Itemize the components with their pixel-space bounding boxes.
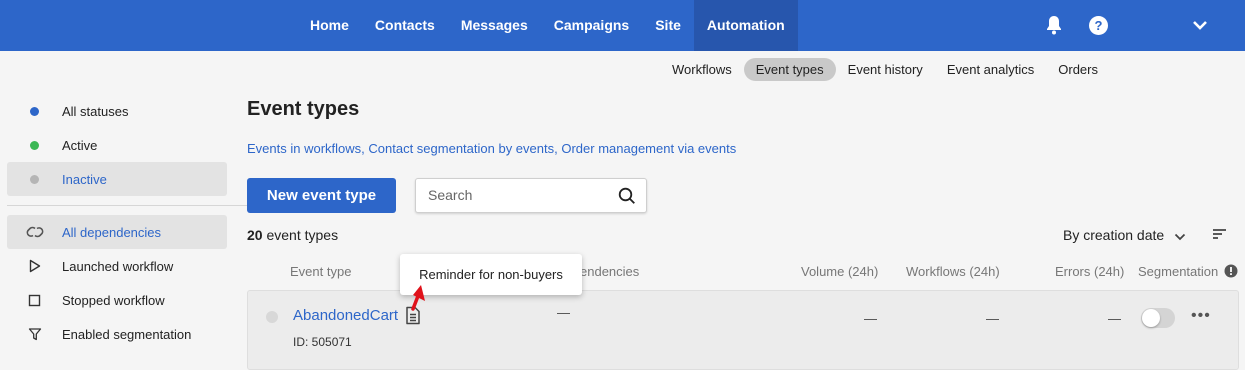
help-links: Events in workflows, Contact segmentatio… bbox=[247, 141, 736, 156]
filter-inactive[interactable]: Inactive bbox=[7, 162, 227, 196]
col-header-volume[interactable]: Volume (24h) bbox=[801, 264, 878, 279]
col-header-dependencies[interactable]: endencies bbox=[580, 264, 639, 279]
search-input[interactable] bbox=[428, 187, 608, 203]
col-header-errors[interactable]: Errors (24h) bbox=[1055, 264, 1124, 279]
toggle-knob bbox=[1142, 309, 1160, 327]
nav-home[interactable]: Home bbox=[297, 0, 362, 51]
sort-label: By creation date bbox=[1063, 227, 1165, 243]
info-icon[interactable] bbox=[1224, 264, 1238, 283]
stop-outline-icon bbox=[7, 294, 62, 307]
filter-label: Launched workflow bbox=[62, 258, 174, 274]
sidebar-divider bbox=[7, 205, 251, 206]
filter-stopped-workflow[interactable]: Stopped workflow bbox=[7, 283, 227, 317]
sort-dropdown[interactable]: By creation date bbox=[1063, 226, 1186, 244]
page-title: Event types bbox=[247, 98, 360, 120]
link-order-management[interactable]: Order management via events bbox=[561, 141, 736, 156]
segmentation-toggle[interactable] bbox=[1141, 308, 1175, 328]
tab-event-types[interactable]: Event types bbox=[743, 58, 836, 81]
count-number: 20 bbox=[247, 227, 263, 243]
filter-icon bbox=[7, 327, 62, 341]
link-contact-segmentation[interactable]: Contact segmentation by events bbox=[368, 141, 554, 156]
event-type-id: ID: 505071 bbox=[293, 335, 352, 349]
errors-value: — bbox=[1108, 311, 1121, 326]
table-row[interactable]: AbandonedCart ID: 505071 — — — — ••• bbox=[247, 290, 1239, 370]
filter-label: Stopped workflow bbox=[62, 292, 165, 308]
bell-icon[interactable] bbox=[1044, 14, 1066, 36]
filter-label: Active bbox=[62, 137, 98, 153]
filter-label: Enabled segmentation bbox=[62, 326, 192, 342]
col-header-event-type[interactable]: Event type bbox=[290, 264, 351, 279]
filter-enabled-segmentation[interactable]: Enabled segmentation bbox=[7, 317, 227, 351]
tab-workflows[interactable]: Workflows bbox=[660, 58, 744, 81]
nav-messages[interactable]: Messages bbox=[448, 0, 541, 51]
tooltip-text: Reminder for non-buyers bbox=[419, 267, 563, 282]
chevron-down-icon[interactable] bbox=[1192, 18, 1214, 40]
filter-all-statuses[interactable]: All statuses bbox=[7, 94, 227, 128]
main-nav: Home Contacts Messages Campaigns Site Au… bbox=[297, 0, 798, 51]
tab-orders[interactable]: Orders bbox=[1046, 58, 1110, 81]
col-header-segmentation[interactable]: Segmentation bbox=[1138, 264, 1218, 279]
filter-launched-workflow[interactable]: Launched workflow bbox=[7, 249, 227, 283]
status-dot-icon bbox=[7, 140, 62, 150]
workflows-value: — bbox=[986, 311, 999, 326]
automation-subnav: Workflows Event types Event history Even… bbox=[660, 58, 1110, 81]
red-arrow-icon bbox=[405, 283, 429, 316]
filter-sidebar: All statuses Active Inactive All depende… bbox=[7, 94, 251, 351]
play-outline-icon bbox=[7, 259, 62, 273]
nav-site[interactable]: Site bbox=[642, 0, 694, 51]
tab-event-history[interactable]: Event history bbox=[836, 58, 935, 81]
count-label: event types bbox=[262, 227, 339, 243]
link-events-in-workflows[interactable]: Events in workflows bbox=[247, 141, 361, 156]
chevron-down-icon bbox=[1174, 228, 1186, 244]
status-dot-icon bbox=[7, 174, 62, 184]
nav-automation[interactable]: Automation bbox=[693, 0, 798, 51]
event-type-count: 20 event types bbox=[247, 227, 338, 243]
search-icon[interactable] bbox=[618, 187, 636, 210]
event-type-name-link[interactable]: AbandonedCart bbox=[293, 307, 398, 324]
search-box bbox=[415, 178, 647, 213]
nav-contacts[interactable]: Contacts bbox=[362, 0, 448, 51]
more-options-icon[interactable]: ••• bbox=[1191, 307, 1211, 325]
status-dot-icon bbox=[7, 106, 62, 116]
filter-active[interactable]: Active bbox=[7, 128, 227, 162]
top-navigation-bar: Home Contacts Messages Campaigns Site Au… bbox=[0, 0, 1245, 51]
sort-order-icon[interactable] bbox=[1212, 227, 1228, 246]
nav-campaigns[interactable]: Campaigns bbox=[541, 0, 642, 51]
filter-label: Inactive bbox=[62, 171, 107, 187]
filter-all-dependencies[interactable]: All dependencies bbox=[7, 215, 227, 249]
filter-label: All statuses bbox=[62, 103, 129, 119]
col-header-workflows[interactable]: Workflows (24h) bbox=[906, 264, 1000, 279]
new-event-type-button[interactable]: New event type bbox=[247, 178, 396, 213]
help-icon[interactable]: ? bbox=[1088, 15, 1110, 37]
tab-event-analytics[interactable]: Event analytics bbox=[935, 58, 1046, 81]
svg-text:?: ? bbox=[1095, 18, 1103, 33]
dependencies-value: — bbox=[557, 305, 570, 320]
link-icon bbox=[7, 224, 62, 240]
filter-label: All dependencies bbox=[62, 224, 162, 240]
status-indicator bbox=[266, 311, 278, 323]
volume-value: — bbox=[864, 311, 877, 326]
